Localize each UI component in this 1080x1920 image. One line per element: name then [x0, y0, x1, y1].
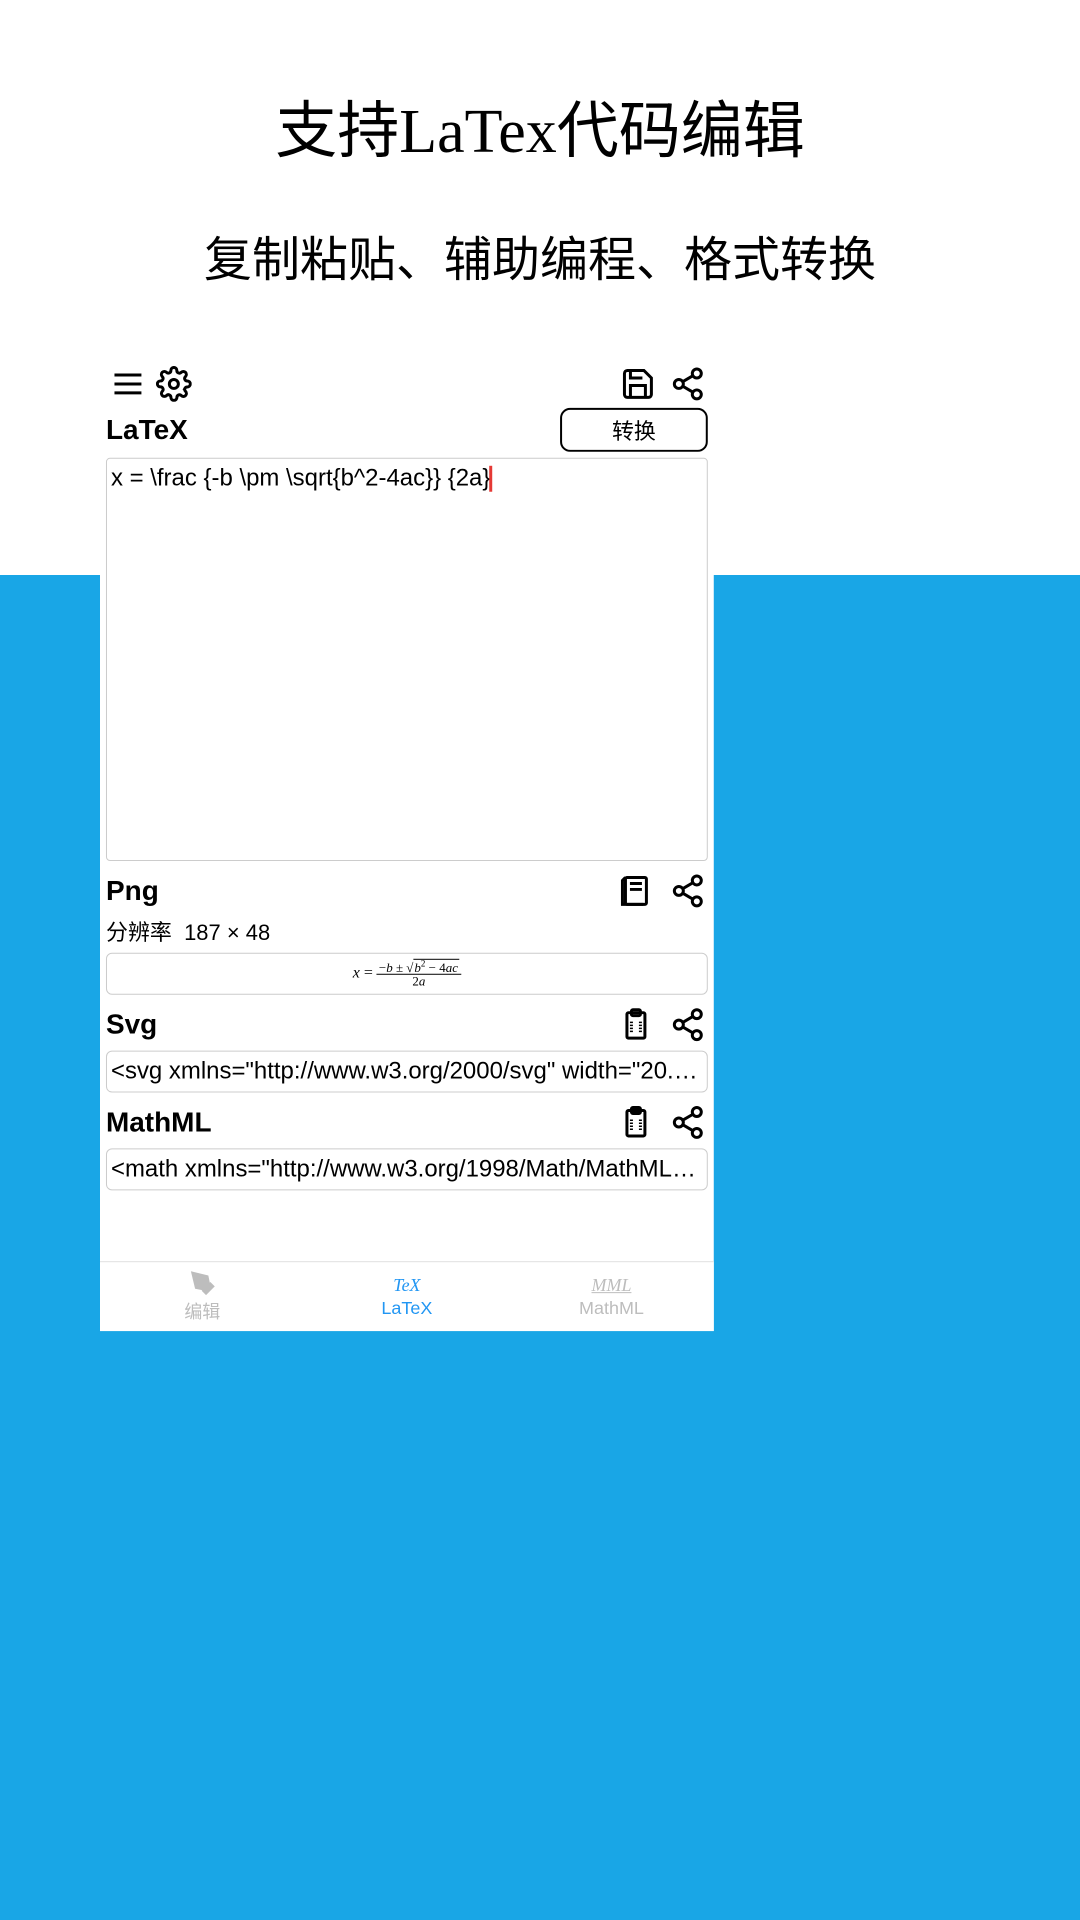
convert-button[interactable]: 转换 — [560, 408, 708, 452]
tab-latex[interactable]: TeX LaTeX — [305, 1262, 510, 1331]
mathml-code-output[interactable]: <math xmlns="http://www.w3.org/1998/Math… — [106, 1148, 708, 1190]
tab-mathml[interactable]: MML MathML — [509, 1262, 714, 1331]
tab-latex-icon: TeX — [393, 1275, 420, 1296]
latex-code-text: x = \frac {-b \pm \sqrt{b^2-4ac}} {2a} — [111, 465, 490, 492]
mathml-section-label: MathML — [106, 1107, 212, 1139]
settings-icon[interactable] — [154, 364, 194, 404]
latex-section-label: LaTeX — [106, 414, 188, 446]
latex-code-input[interactable]: x = \frac {-b \pm \sqrt{b^2-4ac}} {2a} — [106, 458, 708, 861]
text-cursor — [489, 466, 492, 492]
clipboard-svg-icon[interactable] — [616, 1005, 656, 1045]
app-frame: LaTeX 转换 x = \frac {-b \pm \sqrt{b^2-4ac… — [100, 358, 714, 1331]
top-toolbar — [100, 358, 714, 408]
png-resolution: 分辨率 187 × 48 — [106, 911, 708, 951]
resolution-label: 分辨率 — [106, 920, 172, 945]
share-png-icon[interactable] — [668, 871, 708, 911]
mathml-section: MathML <math xmlns="http://www.w3.org/19… — [100, 1093, 714, 1191]
png-preview[interactable]: x = −b ± √b2 − 4ac 2a — [106, 953, 708, 995]
formula-render: x = −b ± √b2 − 4ac 2a — [353, 960, 461, 988]
resolution-value: 187 × 48 — [184, 920, 270, 945]
gallery-icon[interactable] — [616, 871, 656, 911]
bottom-tab-bar: 编辑 TeX LaTeX MML MathML — [100, 1261, 714, 1331]
save-icon[interactable] — [618, 364, 658, 404]
promo-subtitle: 复制粘贴、辅助编程、格式转换 — [0, 170, 1080, 290]
tab-mathml-icon: MML — [592, 1275, 632, 1296]
svg-section-label: Svg — [106, 1009, 157, 1041]
share-svg-icon[interactable] — [668, 1005, 708, 1045]
tab-edit[interactable]: 编辑 — [100, 1262, 305, 1331]
tab-mathml-label: MathML — [579, 1298, 644, 1319]
share-mathml-icon[interactable] — [668, 1103, 708, 1143]
png-section-label: Png — [106, 875, 159, 907]
clipboard-mathml-icon[interactable] — [616, 1103, 656, 1143]
svg-code-output[interactable]: <svg xmlns="http://www.w3.org/2000/svg" … — [106, 1051, 708, 1093]
share-icon[interactable] — [668, 364, 708, 404]
svg-section: Svg <svg xmlns="http://www.w3.org/2000/s… — [100, 995, 714, 1093]
tab-latex-label: LaTeX — [381, 1298, 432, 1319]
png-section: Png 分辨率 187 × 48 x = −b ± √b2 − — [100, 861, 714, 995]
menu-icon[interactable] — [108, 364, 148, 404]
tab-edit-label: 编辑 — [184, 1298, 220, 1324]
latex-header: LaTeX 转换 — [100, 408, 714, 458]
promo-title: 支持LaTex代码编辑 — [0, 0, 1080, 170]
